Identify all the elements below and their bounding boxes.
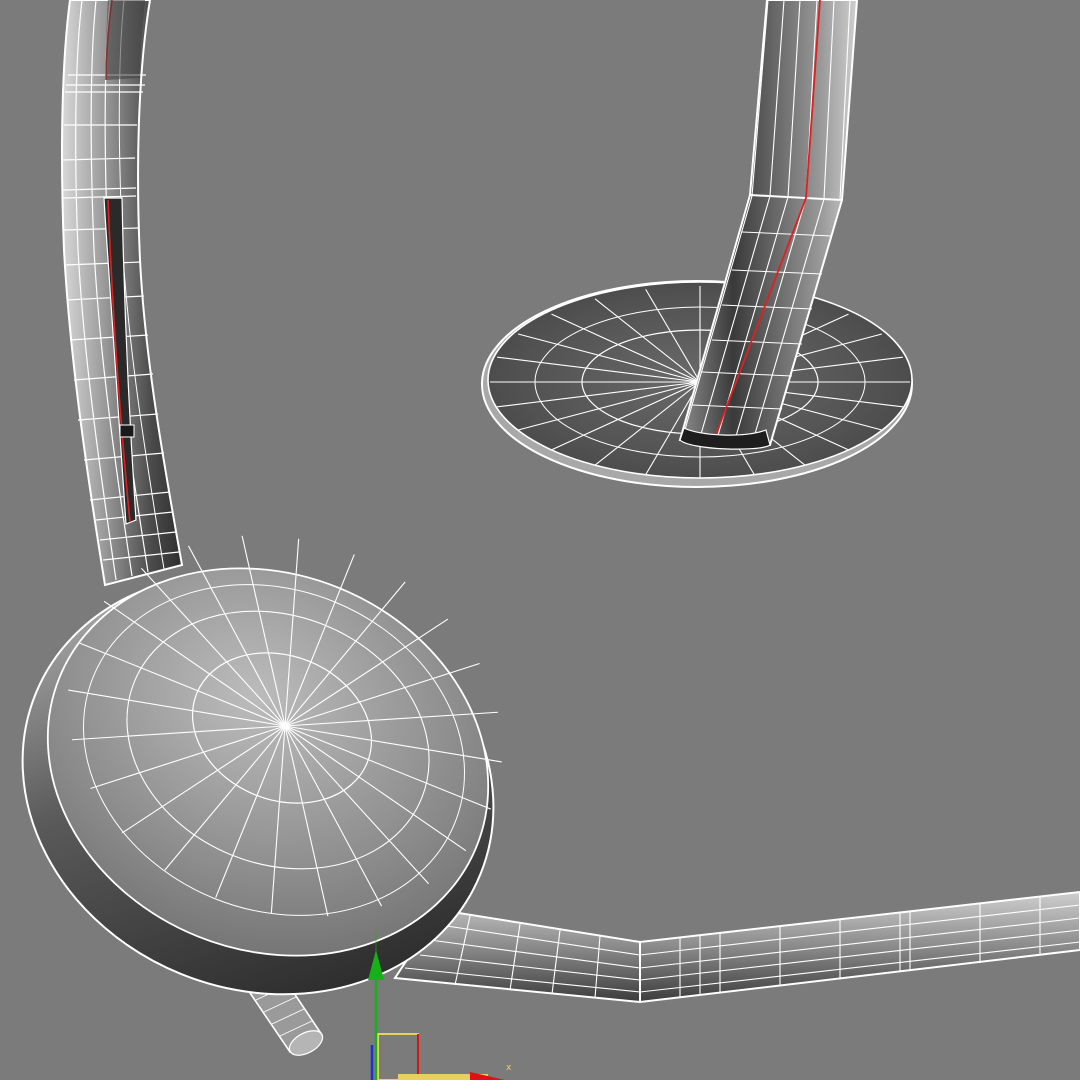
- headband-left[interactable]: [61, 0, 184, 587]
- scene-canvas: x: [21, 0, 1080, 1080]
- gizmo-x-label: x: [506, 1063, 512, 1073]
- gizmo-x-arrow[interactable]: [470, 1072, 505, 1080]
- 3d-viewport[interactable]: x: [0, 0, 1080, 1080]
- boom-arm[interactable]: [393, 890, 1080, 1004]
- gizmo-plane-handle[interactable]: [377, 1033, 419, 1080]
